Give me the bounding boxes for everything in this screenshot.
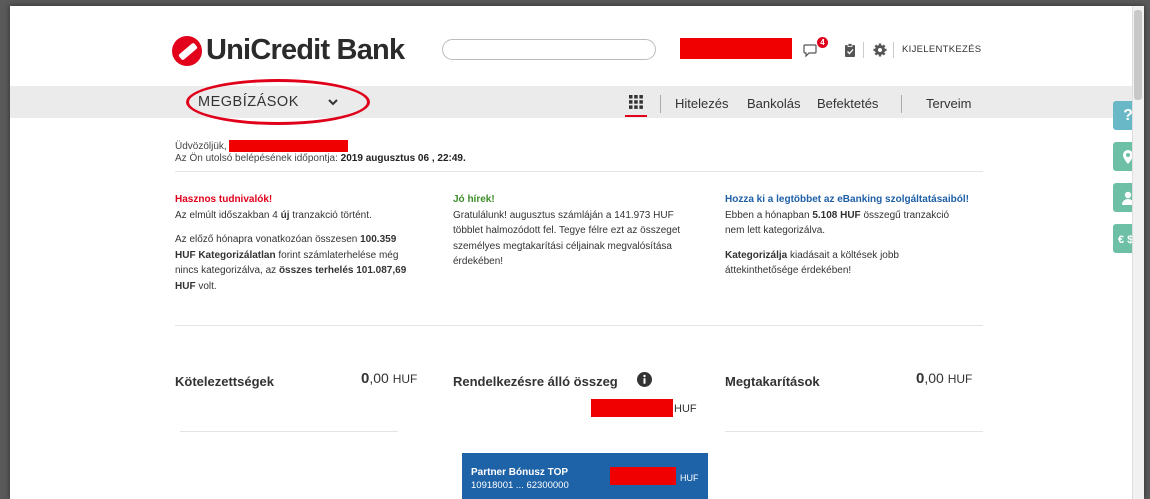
nav-link-investment[interactable]: Befektetés: [817, 96, 878, 111]
apps-grid-icon[interactable]: [629, 95, 643, 109]
highlight-circle-annotation: [186, 79, 370, 125]
account-name: Partner Bónusz TOP: [471, 467, 569, 478]
good-news-text: Gratulálunk! augusztus számláján a 141.9…: [453, 209, 681, 268]
account-number: 10918001 ... 62300000: [471, 480, 569, 491]
divider: [175, 325, 983, 326]
redacted-user-name: [680, 38, 792, 59]
clipboard-check-icon[interactable]: [842, 42, 858, 58]
site-header: UniCredit Bank 4 KIJELENTKEZÉS: [10, 6, 1132, 86]
available-balance-label: Rendelkezésre álló összeg: [453, 374, 618, 389]
good-news-panel: Jó hírek! Gratulálunk! augusztus számláj…: [453, 192, 703, 279]
nav-link-plans[interactable]: Terveim: [926, 96, 972, 111]
useful-info-panel: Hasznos tudnivalók! Az elmúlt időszakban…: [175, 192, 415, 303]
redacted-customer-name: [229, 140, 348, 152]
search-input[interactable]: [442, 39, 656, 60]
greeting-text: Üdvözöljük,: [175, 141, 227, 152]
last-login-value: 2019 augusztus 06 , 22:49.: [340, 153, 466, 164]
browser-window: UniCredit Bank 4 KIJELENTKEZÉS MEGBÍZÁSO…: [10, 6, 1144, 499]
info-icon[interactable]: [637, 372, 652, 387]
ebanking-tips-title[interactable]: Hozza ki a legtöbbet az eBanking szolgál…: [725, 192, 995, 208]
nav-link-banking[interactable]: Bankolás: [747, 96, 800, 111]
nav-separator: [660, 95, 661, 113]
liabilities-label: Kötelezettségek: [175, 374, 274, 389]
useful-info-title: Hasznos tudnivalók!: [175, 194, 273, 205]
unicredit-logo[interactable]: UniCredit Bank: [172, 34, 405, 67]
divider: [175, 171, 983, 172]
gear-icon[interactable]: [872, 42, 888, 58]
account-currency: HUF: [680, 473, 699, 483]
divider: [180, 431, 398, 432]
good-news-title: Jó hírek!: [453, 194, 495, 205]
active-tab-indicator: [625, 115, 647, 117]
ebanking-tips-text-2: Kategorizálja kiadásait a költések jobb …: [725, 249, 899, 277]
redacted-available-amount: [591, 399, 673, 417]
nav-link-lending[interactable]: Hitelezés: [675, 96, 728, 111]
vertical-scrollbar[interactable]: [1132, 6, 1144, 499]
liabilities-value: 0,00 HUF: [361, 370, 418, 387]
savings-value: 0,00 HUF: [916, 370, 973, 387]
useful-info-text-2: Az előző hónapra vonatkozóan összesen 10…: [175, 234, 407, 292]
divider: [725, 431, 983, 432]
redacted-account-balance: [610, 467, 676, 485]
ebanking-tips-text-1: Ebben a hónapban 5.108 HUF összegű tranz…: [725, 209, 950, 237]
useful-info-text-1: Az elmúlt időszakban 4 új tranzakció tör…: [175, 209, 372, 221]
unicredit-logo-icon: [172, 35, 202, 66]
notification-badge: 4: [817, 37, 828, 48]
header-separator: [863, 42, 864, 58]
logo-text: UniCredit Bank: [206, 34, 405, 66]
last-login-label: Az Ön utolsó belépésének időpontja:: [175, 153, 338, 164]
ebanking-tips-panel: Hozza ki a legtöbbet az eBanking szolgál…: [725, 192, 995, 288]
available-currency: HUF: [674, 403, 697, 415]
scrollbar-thumb[interactable]: [1134, 10, 1142, 100]
logout-button[interactable]: KIJELENTKEZÉS: [902, 44, 981, 55]
nav-separator: [901, 95, 902, 113]
header-separator: [893, 42, 894, 58]
svg-text:€ $: € $: [1118, 234, 1133, 246]
account-card[interactable]: Partner Bónusz TOP 10918001 ... 62300000…: [462, 453, 708, 499]
savings-label: Megtakarítások: [725, 374, 820, 389]
